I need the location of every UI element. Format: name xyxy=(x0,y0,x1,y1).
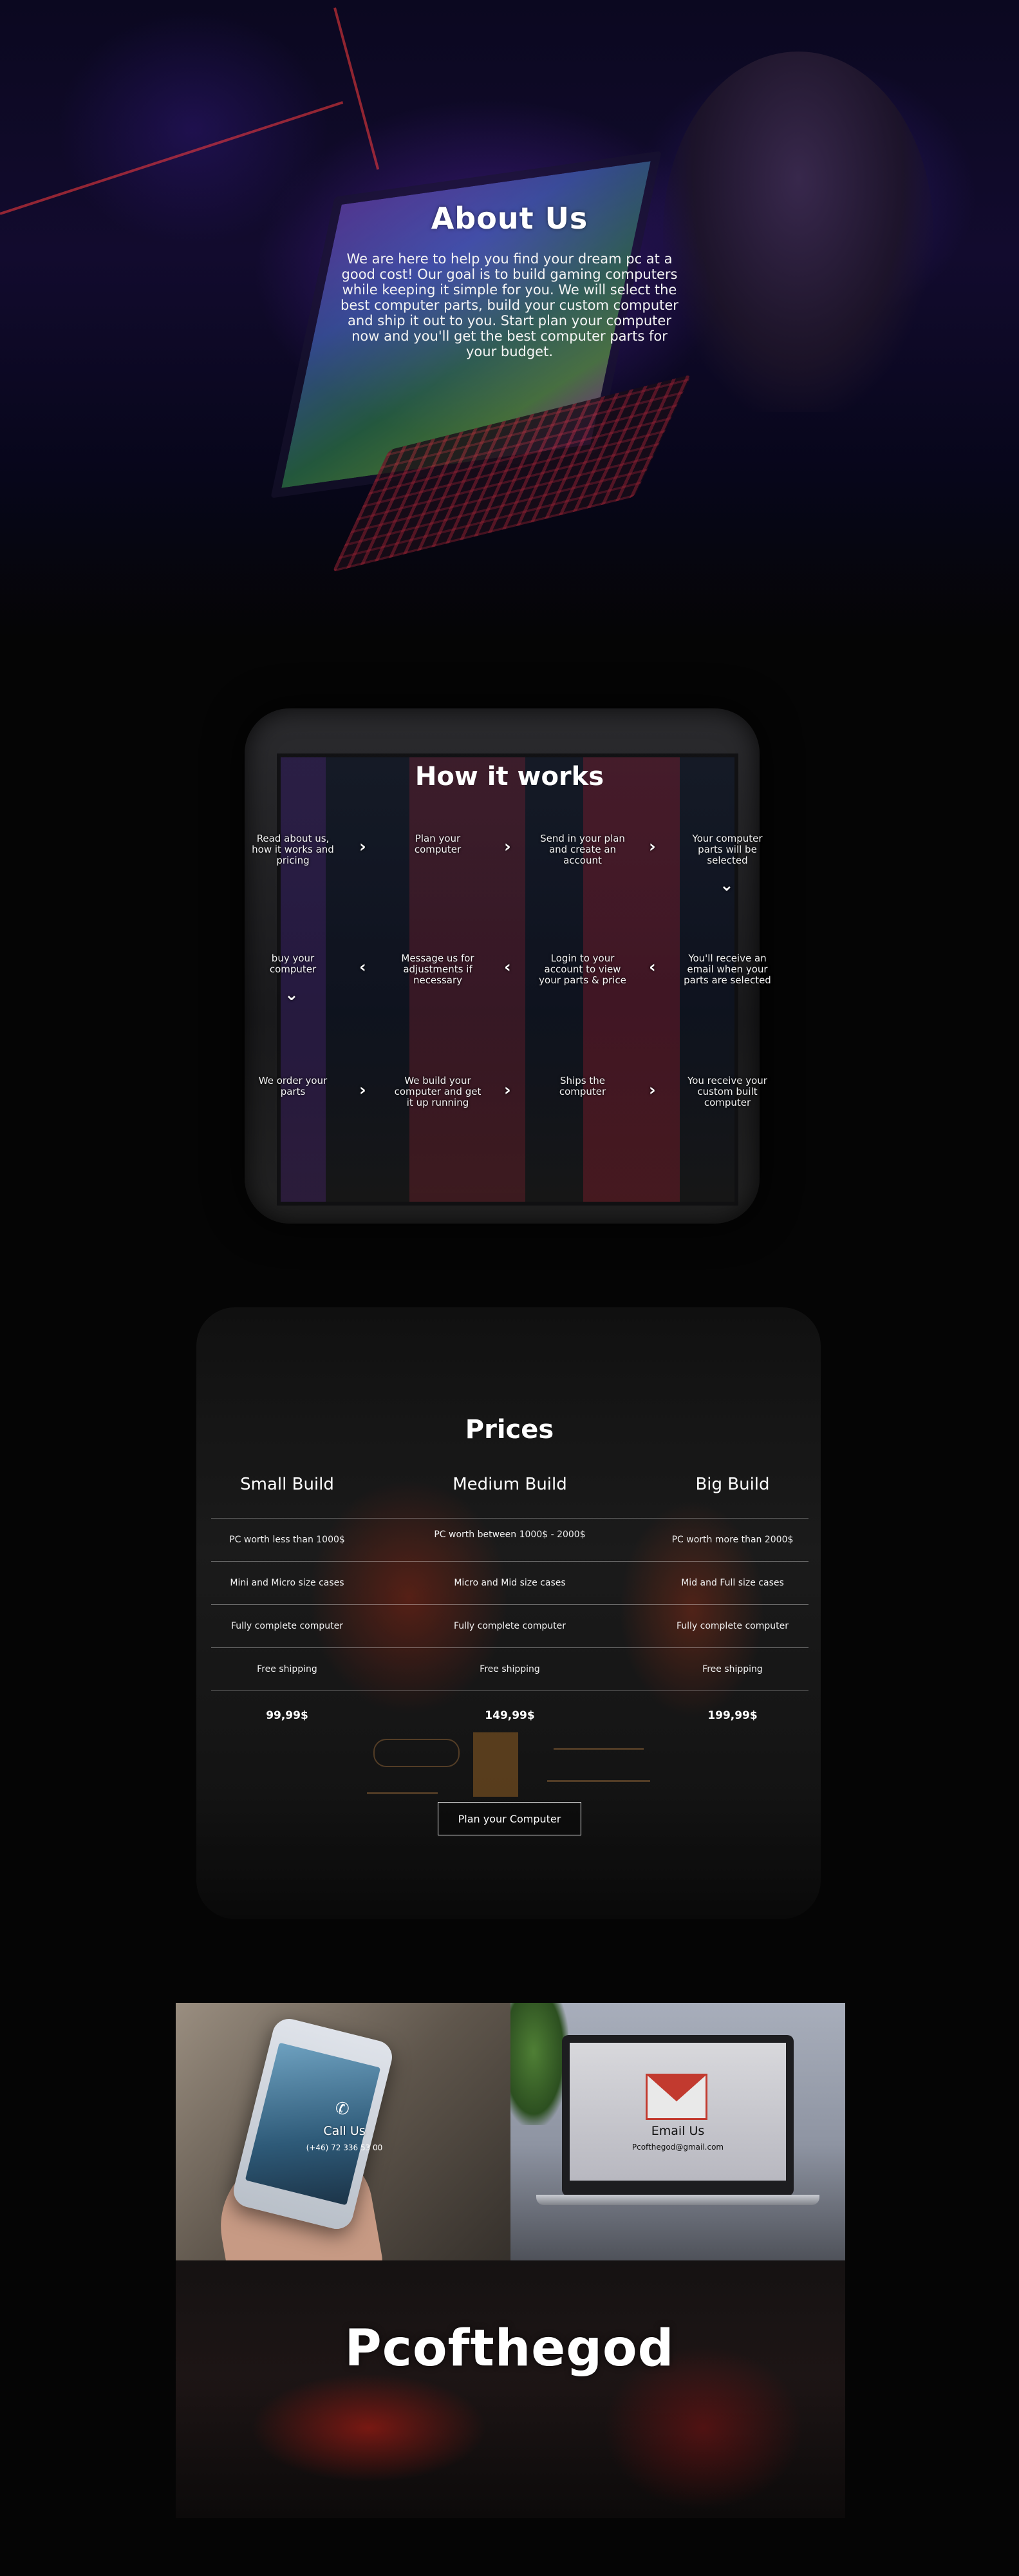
step-send-plan: Send in your plan and create an account xyxy=(540,833,625,866)
step-build-computer: We build your computer and get it up run… xyxy=(394,1075,481,1108)
arrow-right-icon: › xyxy=(649,837,656,857)
email-address[interactable]: Pcofthegod@gmail.com xyxy=(581,2143,774,2152)
footer-section: Pcofthegod xyxy=(0,2260,1019,2518)
arrow-right-icon: › xyxy=(504,1081,511,1100)
how-title: How it works xyxy=(415,762,604,791)
table-divider xyxy=(211,1604,809,1605)
about-description: We are here to help you find your dream … xyxy=(341,251,678,359)
table-cell: Fully complete computer xyxy=(230,1621,344,1631)
brand-logo-text: Pcofthegod xyxy=(344,2320,675,2378)
call-us-card[interactable]: ✆ Call Us (+46) 72 336 53 00 xyxy=(176,2003,510,2260)
step-parts-selected: Your computer parts will be selected xyxy=(692,833,763,866)
about-title: About Us xyxy=(431,201,588,236)
medium-build-heading: Medium Build xyxy=(453,1475,567,1494)
table-cell: Free shipping xyxy=(702,1664,763,1674)
prices-section: Prices Small Build Medium Build Big Buil… xyxy=(0,1282,1019,1926)
arrow-right-icon: › xyxy=(649,1081,656,1100)
table-cell: PC worth less than 1000$ xyxy=(229,1535,345,1545)
call-us-title: Call Us xyxy=(323,2124,366,2138)
small-build-price: 99,99$ xyxy=(266,1709,308,1722)
table-cell: Micro and Mid size cases xyxy=(454,1578,566,1588)
sponsor-logos-decoration xyxy=(360,1726,663,1803)
contact-section: ✆ Call Us (+46) 72 336 53 00 Email Us Pc… xyxy=(0,2003,1019,2260)
big-build-heading: Big Build xyxy=(695,1475,770,1494)
step-receive-email: You'll receive an email when your parts … xyxy=(684,952,771,986)
table-cell: Free shipping xyxy=(480,1664,540,1674)
desk-light-strip xyxy=(0,101,344,215)
gaming-room-background xyxy=(176,2260,845,2518)
step-read-about: Read about us, how it works and pricing xyxy=(252,833,334,866)
email-us-card[interactable]: Email Us Pcofthegod@gmail.com xyxy=(510,2003,845,2260)
pc-case-interior xyxy=(277,753,738,1206)
arrow-down-icon: ⌄ xyxy=(285,985,299,1005)
table-cell: Fully complete computer xyxy=(676,1621,789,1631)
step-message-adjustments: Message us for adjustments if necessary xyxy=(401,952,474,986)
arrow-right-icon: › xyxy=(504,837,511,857)
how-it-works-section: How it works Read about us, how it works… xyxy=(0,670,1019,1262)
table-divider xyxy=(211,1690,809,1691)
about-section: About Us We are here to help you find yo… xyxy=(0,0,1019,638)
step-plan-computer: Plan your computer xyxy=(414,833,462,855)
big-build-price: 199,99$ xyxy=(707,1709,758,1722)
table-cell: Mini and Micro size cases xyxy=(230,1578,344,1588)
arrow-right-icon: › xyxy=(359,837,366,857)
table-cell: PC worth more than 2000$ xyxy=(671,1535,794,1545)
step-ship-computer: Ships the computer xyxy=(559,1075,606,1097)
table-cell: Fully complete computer xyxy=(453,1621,566,1631)
step-receive-computer: You receive your custom built computer xyxy=(687,1075,767,1108)
table-divider xyxy=(211,1518,809,1519)
table-cell: Mid and Full size cases xyxy=(681,1578,784,1588)
arrow-left-icon: ‹ xyxy=(359,958,366,977)
plan-computer-button[interactable]: Plan your Computer xyxy=(438,1802,581,1835)
prices-title: Prices xyxy=(465,1415,554,1444)
table-divider xyxy=(211,1647,809,1648)
table-cell: Free shipping xyxy=(257,1664,317,1674)
gmail-icon xyxy=(646,2074,707,2120)
call-us-number[interactable]: (+46) 72 336 53 00 xyxy=(248,2143,441,2152)
arrow-right-icon: › xyxy=(359,1081,366,1100)
step-login-view-parts: Login to your account to view your parts… xyxy=(539,952,626,986)
laptop-base xyxy=(536,2195,819,2205)
small-build-heading: Small Build xyxy=(240,1475,334,1494)
step-order-parts: We order your parts xyxy=(258,1075,328,1097)
step-buy-computer: buy your computer xyxy=(269,952,317,975)
table-divider xyxy=(211,1561,809,1562)
medium-build-price: 149,99$ xyxy=(485,1709,535,1722)
arrow-left-icon: ‹ xyxy=(649,958,656,977)
arrow-left-icon: ‹ xyxy=(504,958,511,977)
phone-icon: ✆ xyxy=(335,2099,350,2119)
email-us-title: Email Us xyxy=(651,2124,705,2138)
table-cell: PC worth between 1000$ - 2000$ xyxy=(434,1530,586,1540)
plant-decoration xyxy=(510,2003,568,2125)
arrow-down-icon: ⌄ xyxy=(720,876,734,895)
chair-light-strip xyxy=(333,7,380,170)
